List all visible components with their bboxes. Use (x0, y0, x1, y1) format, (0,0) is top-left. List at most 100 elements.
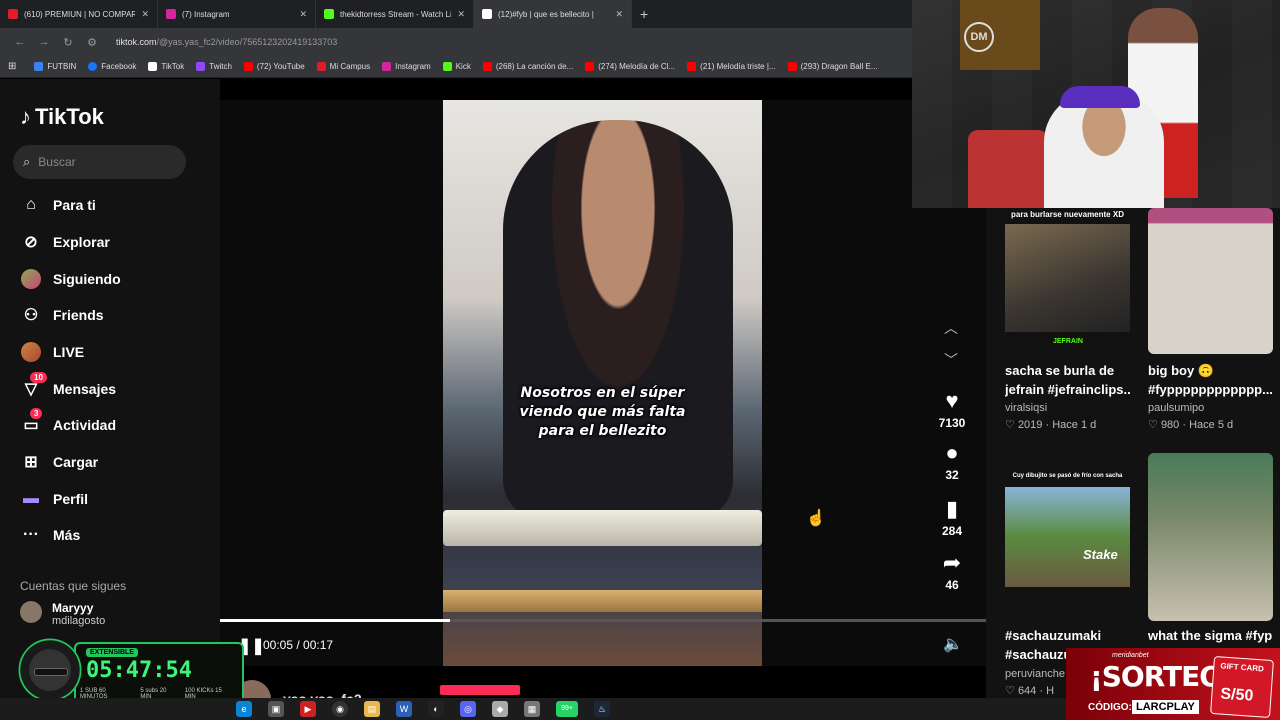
bookmark-4[interactable]: (72) YouTube (243, 62, 305, 71)
sidebar-item-live[interactable]: LIVE (20, 341, 84, 363)
app-icon[interactable]: ▶ (300, 701, 316, 717)
video-user[interactable]: viralsiqsi (1005, 402, 1047, 414)
bookmark-label: Instagram (395, 62, 431, 71)
bookmark-7[interactable]: Kick (442, 62, 471, 71)
following-account[interactable]: Maryyy mdilagosto (20, 601, 105, 627)
edge-icon[interactable]: e (236, 701, 252, 717)
sidebar-item-friends[interactable]: ⚇ Friends (20, 304, 104, 326)
discord-icon[interactable]: ◎ (460, 701, 476, 717)
bookmark-label: TikTok (161, 62, 185, 71)
video-thumbnail[interactable]: para burlarse nuevamente XD JEFRAIN (1005, 208, 1130, 354)
sidebar-item-mensajes[interactable]: ▽ 10 Mensajes (20, 372, 116, 400)
following-name: Maryyy (52, 601, 94, 615)
back-icon[interactable]: ← (8, 36, 32, 48)
sidebar-item-label: Siguiendo (53, 271, 121, 287)
bookmark-6[interactable]: Instagram (382, 62, 431, 71)
obs-icon[interactable]: ◉ (332, 701, 348, 717)
timer-time: 05:47:54 (86, 658, 192, 683)
tab-label: thekidtorress Stream - Watch Li (340, 9, 452, 19)
following-handle: mdilagosto (52, 615, 106, 627)
forward-icon[interactable]: → (32, 36, 56, 48)
word-icon[interactable]: W (396, 701, 412, 717)
url-field[interactable]: tiktok.com/@yas.yas_fc2/video/7565123202… (116, 37, 337, 47)
bookmark-label: (274) Melodía de Cl... (598, 62, 676, 71)
recommendations-panel: para burlarse nuevamente XD JEFRAIN sach… (986, 208, 1280, 720)
bookmark-0[interactable]: FUTBIN (34, 62, 76, 71)
video-title[interactable]: sacha se burla de jefrain #jefrainclips..… (1005, 361, 1130, 399)
notification-badge: 3 (30, 408, 43, 419)
close-icon[interactable]: ✕ (141, 9, 149, 20)
tab-1[interactable]: (7) Instagram ✕ (158, 0, 316, 28)
thumb-badge: JEFRAIN (1053, 338, 1083, 345)
calculator-icon[interactable]: ▦ (524, 701, 540, 717)
notification-badge: 10 (30, 372, 47, 383)
video-thumbnail[interactable] (1148, 453, 1273, 621)
tab-0[interactable]: (610) PREMIUN | NO COMPARTI ✕ (0, 0, 158, 28)
bookmark-10[interactable]: (21) Melodía triste |... (687, 62, 776, 71)
tab-2[interactable]: thekidtorress Stream - Watch Li ✕ (316, 0, 474, 28)
save-button[interactable]: ▮ 284 (930, 496, 974, 538)
video-subject (503, 120, 733, 520)
video-user[interactable]: paulsumipo (1148, 402, 1204, 414)
close-icon[interactable]: ✕ (615, 9, 623, 20)
apps-icon[interactable]: ⊞ (8, 61, 16, 72)
tiktok-logo[interactable]: ♪ TikTok (20, 104, 104, 130)
bookmark-1[interactable]: Facebook (88, 62, 136, 71)
share-count: 46 (945, 578, 959, 592)
comment-button[interactable]: ● 32 (930, 440, 974, 482)
bookmark-9[interactable]: (274) Melodía de Cl... (585, 62, 675, 71)
sidebar-item-para-ti[interactable]: ⌂ Para ti (20, 194, 96, 216)
video-time: 00:05 / 00:17 (263, 638, 334, 652)
search-icon: ⌕ (23, 154, 31, 169)
chevron-down-icon[interactable]: ﹀ (944, 350, 958, 370)
bookmark-label: Kick (455, 62, 471, 71)
share-button[interactable]: ➦ 46 (930, 550, 974, 592)
bookmark-label: (268) La canción de... (495, 62, 574, 71)
avatar (20, 601, 42, 623)
sidebar-item-explorar[interactable]: ⊘ Explorar (20, 231, 110, 253)
timer-tag: EXTENSIBLE (86, 648, 138, 657)
video-thumbnail[interactable]: Cuy dibujito se pasó de frío con sacha S… (1005, 453, 1130, 621)
steam-icon[interactable]: ♨ (594, 701, 610, 717)
site-info-icon[interactable]: ⚙ (80, 36, 104, 49)
search-input[interactable]: ⌕ Buscar (13, 145, 186, 179)
profile-icon: ▬ (23, 490, 39, 507)
bookmark-3[interactable]: Twitch (196, 62, 232, 71)
tab-3[interactable]: (12)#fyb | que es bellecito | ✕ (474, 0, 632, 28)
video-meta: ♡ 2019 · Hace 1 d (1005, 419, 1097, 431)
sidebar-item-label: Perfil (53, 491, 89, 507)
sidebar-item-perfil[interactable]: ▬ Perfil (20, 488, 88, 510)
close-icon[interactable]: ✕ (299, 9, 307, 20)
video-thumbnail[interactable] (1148, 208, 1273, 354)
bookmark-2[interactable]: TikTok (148, 62, 184, 71)
sidebar-item-cargar[interactable]: ⊞ Cargar (20, 451, 98, 473)
promo-code-label: CÓDIGO: (1088, 702, 1132, 713)
team-logo-icon: DM (964, 22, 994, 52)
new-tab-icon[interactable]: + (640, 6, 648, 22)
sidebar-item-actividad[interactable]: ▭ 3 Actividad (20, 408, 116, 436)
bookmark-5[interactable]: Mi Campus (316, 62, 370, 71)
sidebar-item-mas[interactable]: ··· Más (20, 524, 80, 546)
app-icon[interactable]: ◆ (492, 701, 508, 717)
reload-icon[interactable]: ↻ (56, 36, 80, 49)
bookmark-label: FUTBIN (47, 62, 77, 71)
whatsapp-icon[interactable]: 99+ (556, 701, 578, 717)
bookmark-8[interactable]: (268) La canción de... (482, 62, 574, 71)
close-icon[interactable]: ✕ (457, 9, 465, 20)
folder-icon[interactable]: ▤ (364, 701, 380, 717)
video-title[interactable]: what the sigma #fyp (1148, 626, 1274, 645)
volume-icon[interactable]: 🔈 (943, 634, 963, 654)
share-icon: ➦ (942, 550, 962, 575)
follow-button[interactable] (440, 685, 520, 695)
app-icon[interactable]: ◐ (428, 701, 444, 717)
bookmark-11[interactable]: (293) Dragon Ball E... (787, 62, 878, 71)
app-icon[interactable]: ▣ (268, 701, 284, 717)
video-player[interactable]: Nosotros en el súper viendo que más falt… (443, 100, 762, 666)
video-user[interactable]: peruvianche (1005, 668, 1065, 680)
video-progress-bar[interactable] (220, 619, 986, 622)
chevron-up-icon[interactable]: ︿ (944, 318, 958, 338)
video-title[interactable]: big boy 🙃 #fypppppppppppp... (1148, 361, 1274, 399)
sidebar-item-siguiendo[interactable]: Siguiendo (20, 268, 121, 290)
like-button[interactable]: ♥ 7130 (930, 388, 974, 430)
caption-line: para el bellezito (538, 423, 667, 439)
